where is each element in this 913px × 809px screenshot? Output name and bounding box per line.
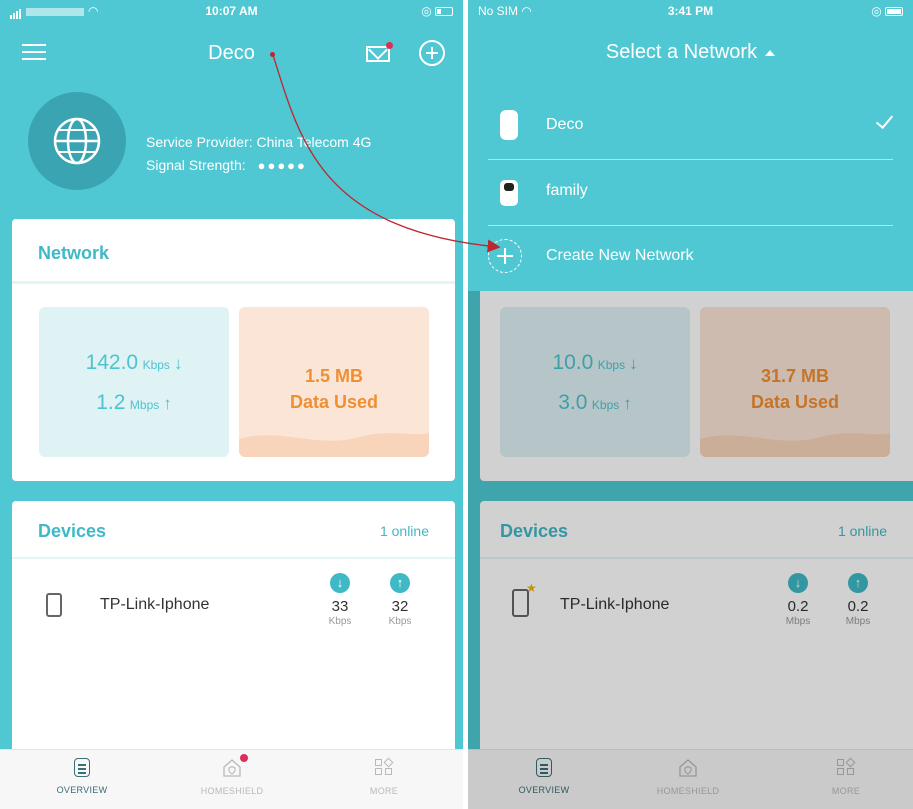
signal-strength-label: Signal Strength: [146,157,246,173]
tab-more[interactable]: MORE [324,757,444,796]
data-used-tile[interactable]: 1.5 MB Data Used [239,307,429,457]
upload-arrow-icon: ↑ [163,394,172,413]
upload-rate: ↑ 32 Kbps [388,573,412,627]
overview-icon [74,758,90,777]
upload-circle-icon: ↑ [390,573,410,593]
battery-icon [885,7,903,17]
network-card-header: Network [38,243,110,263]
network-option-label: family [546,182,588,199]
notification-badge [240,754,248,762]
battery-icon [435,7,453,17]
network-title[interactable]: Deco [0,42,463,65]
status-bar: ◠ 10:07 AM ◎ [0,0,463,22]
bottom-tab-bar: OVERVIEW HOMESHIELD MORE [0,749,463,809]
speed-tile[interactable]: 142.0 Kbps ↓ 1.2 Mbps ↑ [39,307,229,457]
wave-decoration [239,433,429,457]
signal-strength-row: Signal Strength: ●●●●● [146,157,307,173]
download-speed: 142.0 Kbps ↓ [85,351,183,374]
create-network-label: Create New Network [546,247,694,264]
devices-card[interactable]: Devices 1 online TP-Link-Iphone ↓ 33 Kbp… [12,501,455,761]
data-used-text: 1.5 MB Data Used [289,366,379,412]
more-icon [374,757,394,778]
battery-area: ◎ [421,4,453,18]
online-count[interactable]: 1 online [380,523,429,539]
status-time: 10:07 AM [205,4,258,18]
add-circle-icon [488,239,522,273]
deco-unit-icon [500,110,518,140]
caret-up-icon [765,49,776,56]
create-new-network-option[interactable]: Create New Network [488,225,893,291]
add-device-icon[interactable] [419,40,445,66]
tab-homeshield[interactable]: HOMESHIELD [172,754,292,796]
download-circle-icon: ↓ [330,573,350,593]
annotation-dot-icon [270,52,275,57]
checkmark-icon [875,110,894,130]
status-time: 3:41 PM [667,4,714,18]
network-option-family[interactable]: family [488,160,893,226]
notification-badge [386,42,393,49]
tab-overview[interactable]: OVERVIEW [22,758,142,795]
left-phone-screen: ◠ 10:07 AM ◎ Deco Service Provider: Chin… [0,0,463,809]
battery-area: ◎ [871,4,903,18]
right-phone-screen: No SIM ◠ 3:41 PM ◎ 10.0 Kbps ↓ 3.0 Kbps ↑ … [468,0,913,809]
nav-header: Deco [0,30,463,76]
homeshield-icon [222,754,248,778]
select-network-title[interactable]: Select a Network [468,41,913,64]
download-arrow-icon: ↓ [173,354,183,373]
devices-card-header: Devices [38,521,107,541]
network-option-label: Deco [546,116,584,133]
service-provider-text: Service Provider: China Telecom 4G [146,134,372,150]
divider [12,557,455,559]
device-name: TP-Link-Iphone [100,596,210,613]
internet-globe-icon[interactable] [28,92,126,190]
upload-speed: 1.2 Mbps ↑ [96,391,172,414]
dim-overlay[interactable] [468,291,913,809]
network-selector-dropdown: Select a Network Deco family Create New … [468,22,913,291]
divider [12,281,455,284]
status-bar: No SIM ◠ 3:41 PM ◎ [468,0,913,22]
phone-device-icon [46,593,62,617]
network-option-deco[interactable]: Deco [488,94,894,160]
mail-icon[interactable] [366,46,390,62]
signal-strength-dots: ●●●●● [257,158,307,173]
deco-unit-icon [500,180,518,206]
network-card[interactable]: Network 142.0 Kbps ↓ 1.2 Mbps ↑ 1.5 MB Data… [12,219,455,481]
download-rate: ↓ 33 Kbps [328,573,352,627]
